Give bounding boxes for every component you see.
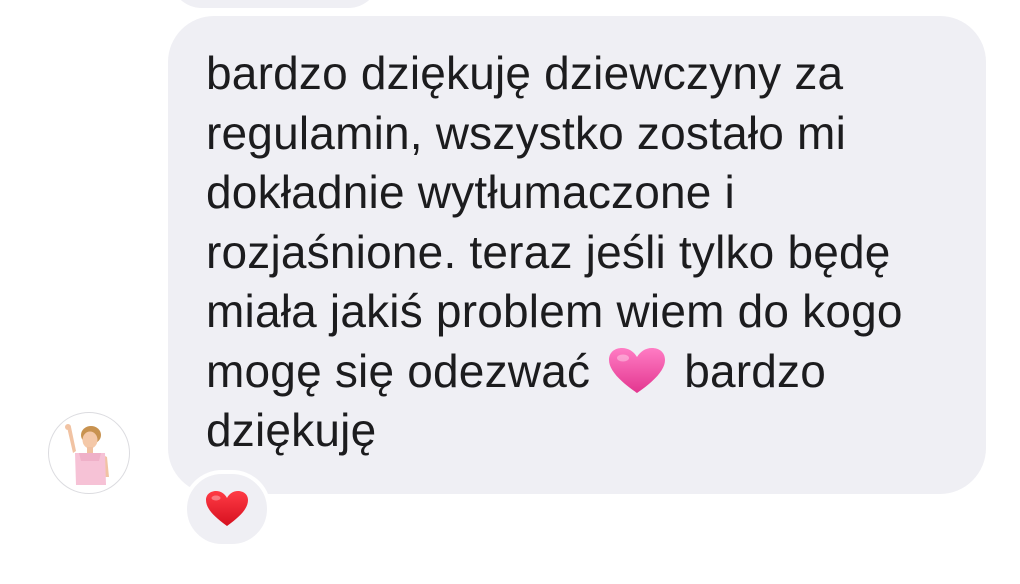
message-line: dziękuję [206,404,377,456]
reaction-badge[interactable] [183,470,271,548]
previous-message-bubble [170,0,380,8]
message-line: mogę się odezwać bardzo [206,342,966,402]
message-text: bardzo dziękuję dziewczyny za regulamin,… [206,44,966,461]
message-line: regulamin, wszystko zostało mi [206,106,846,159]
pink-heart-icon [608,347,666,395]
message-line: bardzo dziękuję dziewczyny za [206,47,844,99]
message-line-part: mogę się odezwać [206,344,591,397]
message-line: dokładnie wytłumaczone i [206,166,735,218]
avatar[interactable] [48,412,130,494]
message-line: miała jakiś problem wiem do kogo [206,285,903,337]
red-heart-icon [206,491,248,526]
avatar-image [65,424,109,485]
message-line: rozjaśnione. teraz jeśli tylko będę [206,225,891,278]
message-line-part: bardzo [684,344,827,397]
